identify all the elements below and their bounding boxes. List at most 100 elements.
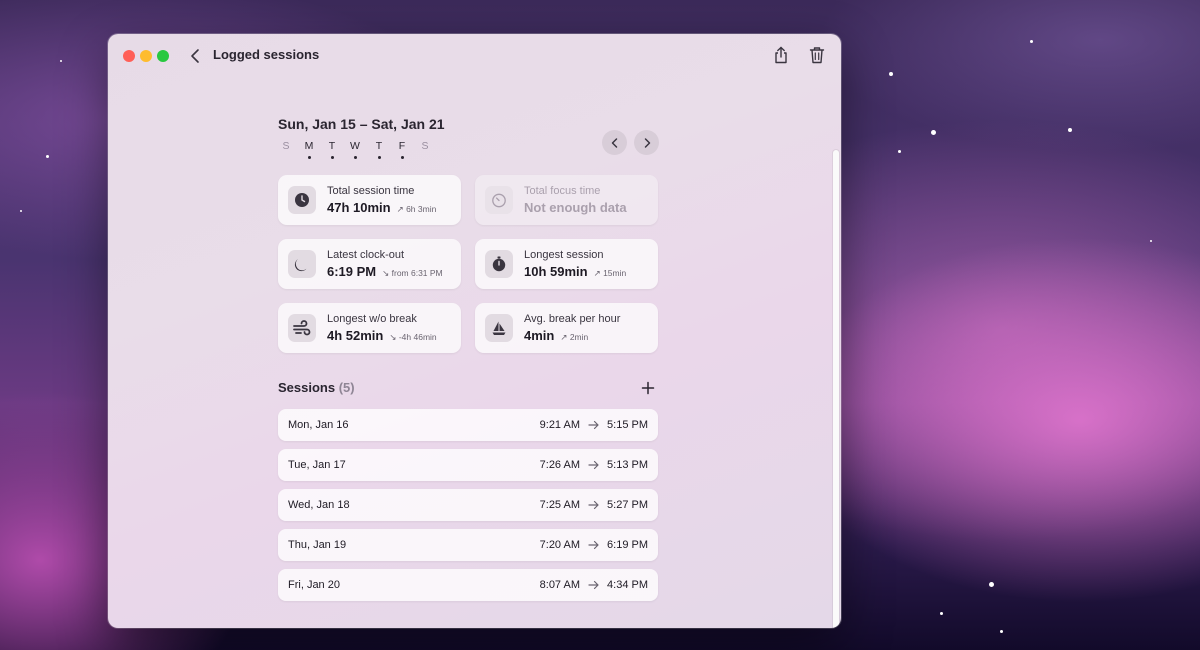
- share-button[interactable]: [771, 45, 791, 65]
- weekday-fri[interactable]: F: [395, 140, 409, 159]
- stat-value-text: Not enough data: [524, 200, 627, 215]
- stat-icon: [288, 250, 316, 278]
- stat-label: Latest clock-out: [327, 249, 405, 261]
- app-window: Logged sessions Sun, Jan 15 – Sat, Jan 2…: [108, 34, 841, 628]
- stopwatch-icon: [492, 256, 506, 272]
- session-date: Fri, Jan 20: [288, 579, 340, 591]
- star: [889, 72, 893, 76]
- session-row[interactable]: Wed, Jan 18 7:25 AM 5:27 PM: [278, 489, 658, 521]
- star: [1030, 40, 1033, 43]
- arrow-right-icon: [588, 500, 599, 510]
- stat-latest-clock-out: Latest clock-out 6:19 PM ↘ from 6:31 PM: [278, 239, 461, 289]
- activity-dot: [330, 156, 334, 159]
- stat-value: 10h 59min ↗ 15min: [524, 264, 626, 279]
- session-start-time: 9:21 AM: [539, 419, 580, 431]
- weekday-tue[interactable]: T: [325, 140, 339, 159]
- session-start-time: 7:25 AM: [539, 499, 580, 511]
- stat-label: Avg. break per hour: [524, 313, 621, 325]
- stat-longest-session: Longest session 10h 59min ↗ 15min: [475, 239, 658, 289]
- stat-delta: ↘ -4h 46min: [389, 332, 437, 342]
- weekday-sun[interactable]: S: [279, 140, 293, 152]
- stat-label: Longest w/o break: [327, 313, 417, 325]
- scrollbar-thumb[interactable]: [833, 150, 839, 628]
- back-button[interactable]: [186, 46, 206, 66]
- stat-label: Total session time: [327, 185, 415, 197]
- share-icon: [775, 46, 787, 64]
- weekday-letter: S: [282, 140, 290, 152]
- stat-value: 6:19 PM ↘ from 6:31 PM: [327, 264, 443, 279]
- star: [898, 150, 901, 153]
- session-start-time: 7:26 AM: [539, 459, 580, 471]
- weekday-thu[interactable]: T: [372, 140, 386, 159]
- previous-week-button[interactable]: [602, 130, 627, 155]
- arrow-right-icon: [588, 580, 599, 590]
- delete-button[interactable]: [807, 45, 827, 65]
- stat-value: 47h 10min ↗ 6h 3min: [327, 200, 436, 215]
- arrow-right-icon: [588, 540, 599, 550]
- session-row[interactable]: Fri, Jan 20 8:07 AM 4:34 PM: [278, 569, 658, 601]
- stat-delta: ↗ 6h 3min: [396, 204, 437, 214]
- weekday-sat[interactable]: S: [418, 140, 432, 152]
- star: [931, 130, 936, 135]
- arrow-right-icon: [588, 420, 599, 430]
- weekday-letter: T: [328, 140, 336, 152]
- next-week-button[interactable]: [634, 130, 659, 155]
- session-date: Thu, Jan 19: [288, 539, 347, 551]
- stat-value-text: 6:19 PM: [327, 264, 377, 279]
- session-row[interactable]: Mon, Jan 16 9:21 AM 5:15 PM: [278, 409, 658, 441]
- stat-value: 4min ↗ 2min: [524, 328, 588, 343]
- week-range-title: Sun, Jan 15 – Sat, Jan 21: [278, 116, 445, 132]
- stat-icon: [288, 186, 316, 214]
- timer-icon: [492, 193, 506, 208]
- titlebar: Logged sessions: [108, 34, 841, 78]
- stat-avg-break-per-hour: Avg. break per hour 4min ↗ 2min: [475, 303, 658, 353]
- stat-icon: [485, 186, 513, 214]
- close-window-button[interactable]: [123, 50, 135, 62]
- weekday-letter: M: [304, 140, 314, 152]
- star: [60, 60, 62, 62]
- stat-label: Total focus time: [524, 185, 601, 197]
- stat-longest-without-break: Longest w/o break 4h 52min ↘ -4h 46min: [278, 303, 461, 353]
- add-session-button[interactable]: [638, 378, 658, 398]
- plus-icon: [641, 381, 655, 395]
- star: [46, 155, 49, 158]
- stat-icon: [485, 250, 513, 278]
- sessions-heading-label: Sessions: [278, 380, 336, 395]
- activity-dot: [307, 156, 311, 159]
- clock-icon: [295, 193, 309, 207]
- weekday-letter: T: [375, 140, 383, 152]
- activity-dot: [377, 156, 381, 159]
- chevron-right-icon: [644, 137, 650, 148]
- session-row[interactable]: Thu, Jan 19 7:20 AM 6:19 PM: [278, 529, 658, 561]
- stat-total-focus-time: Total focus time Not enough data: [475, 175, 658, 225]
- window-title: Logged sessions: [213, 47, 320, 62]
- star: [940, 612, 943, 615]
- star: [1068, 128, 1072, 132]
- session-end-time: 5:15 PM: [607, 419, 648, 431]
- minimize-window-button[interactable]: [140, 50, 152, 62]
- stat-value: Not enough data: [524, 200, 627, 215]
- weekday-letter: S: [421, 140, 429, 152]
- trash-icon: [809, 47, 825, 64]
- zoom-window-button[interactable]: [157, 50, 169, 62]
- sessions-count: (5): [338, 380, 355, 395]
- weekday-mon[interactable]: M: [302, 140, 316, 159]
- sessions-heading: Sessions (5): [278, 380, 355, 395]
- stat-icon: [485, 314, 513, 342]
- session-end-time: 5:13 PM: [607, 459, 648, 471]
- arrow-right-icon: [588, 460, 599, 470]
- chevron-left-icon: [611, 137, 617, 148]
- wind-icon: [293, 320, 311, 336]
- stat-delta: ↘ from 6:31 PM: [382, 268, 443, 278]
- session-row[interactable]: Tue, Jan 17 7:26 AM 5:13 PM: [278, 449, 658, 481]
- session-end-time: 6:19 PM: [607, 539, 648, 551]
- session-date: Wed, Jan 18: [288, 499, 350, 511]
- weekday-wed[interactable]: W: [348, 140, 362, 159]
- stat-icon: [288, 314, 316, 342]
- vertical-scrollbar[interactable]: [829, 78, 841, 628]
- weekday-letter: F: [398, 140, 406, 152]
- weekday-letter: W: [350, 140, 360, 152]
- star: [1000, 630, 1003, 633]
- chevron-left-icon: [191, 49, 199, 63]
- session-end-time: 5:27 PM: [607, 499, 648, 511]
